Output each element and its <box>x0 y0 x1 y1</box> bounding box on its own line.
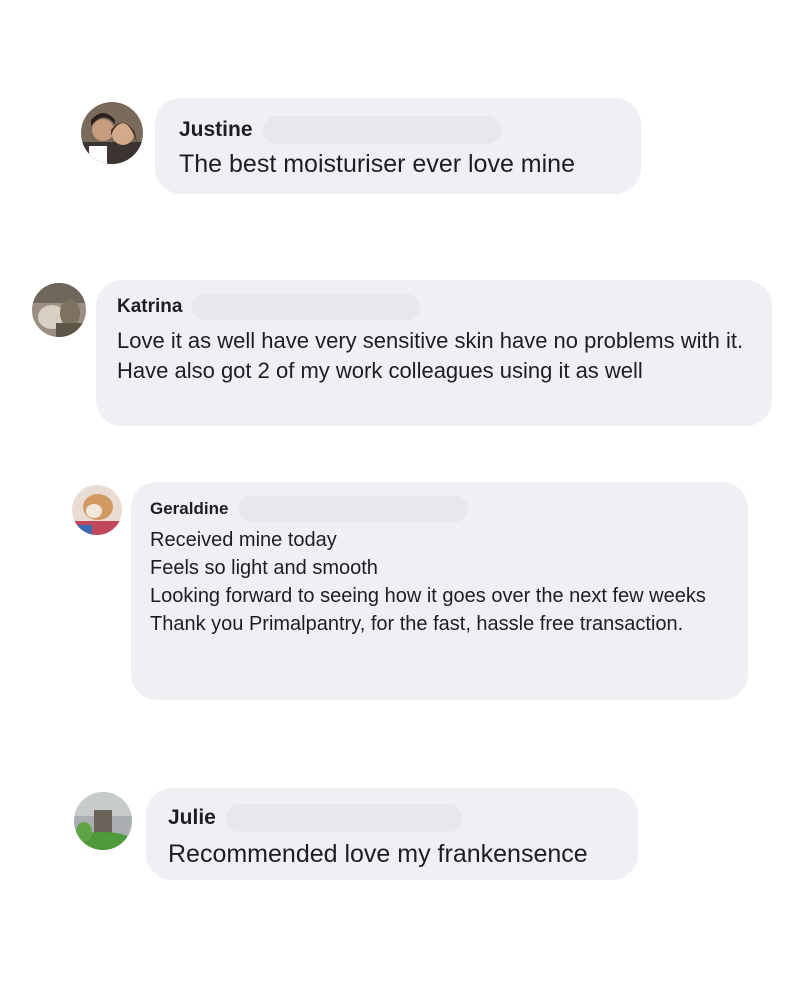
user-photo-icon <box>72 485 122 535</box>
comment-bubble: Justine The best moisturiser ever love m… <box>155 98 641 194</box>
redacted-surname <box>192 294 421 320</box>
comment-author[interactable]: Julie <box>168 806 216 830</box>
user-photo-icon <box>81 102 143 164</box>
comment-bubble: Julie Recommended love my frankensence <box>146 788 638 880</box>
comment-bubble: Geraldine Received mine today Feels so l… <box>131 482 748 700</box>
avatar[interactable] <box>74 792 132 850</box>
comment-text: The best moisturiser ever love mine <box>179 150 575 178</box>
avatar[interactable] <box>72 485 122 535</box>
redacted-surname <box>238 496 469 522</box>
comment-author[interactable]: Geraldine <box>150 499 228 519</box>
redacted-surname <box>225 804 462 832</box>
comment-text: Received mine today Feels so light and s… <box>150 529 706 635</box>
user-photo-icon <box>32 283 86 337</box>
comment-author[interactable]: Katrina <box>117 296 182 318</box>
avatar[interactable] <box>81 102 143 164</box>
comment-bubble: Katrina Love it as well have very sensit… <box>96 280 772 426</box>
comment-text: Recommended love my frankensence <box>168 840 588 868</box>
redacted-surname <box>262 116 501 144</box>
avatar[interactable] <box>32 283 86 337</box>
user-photo-icon <box>74 792 132 850</box>
comment-text: Love it as well have very sensitive skin… <box>117 328 744 383</box>
comment-author[interactable]: Justine <box>179 118 253 142</box>
